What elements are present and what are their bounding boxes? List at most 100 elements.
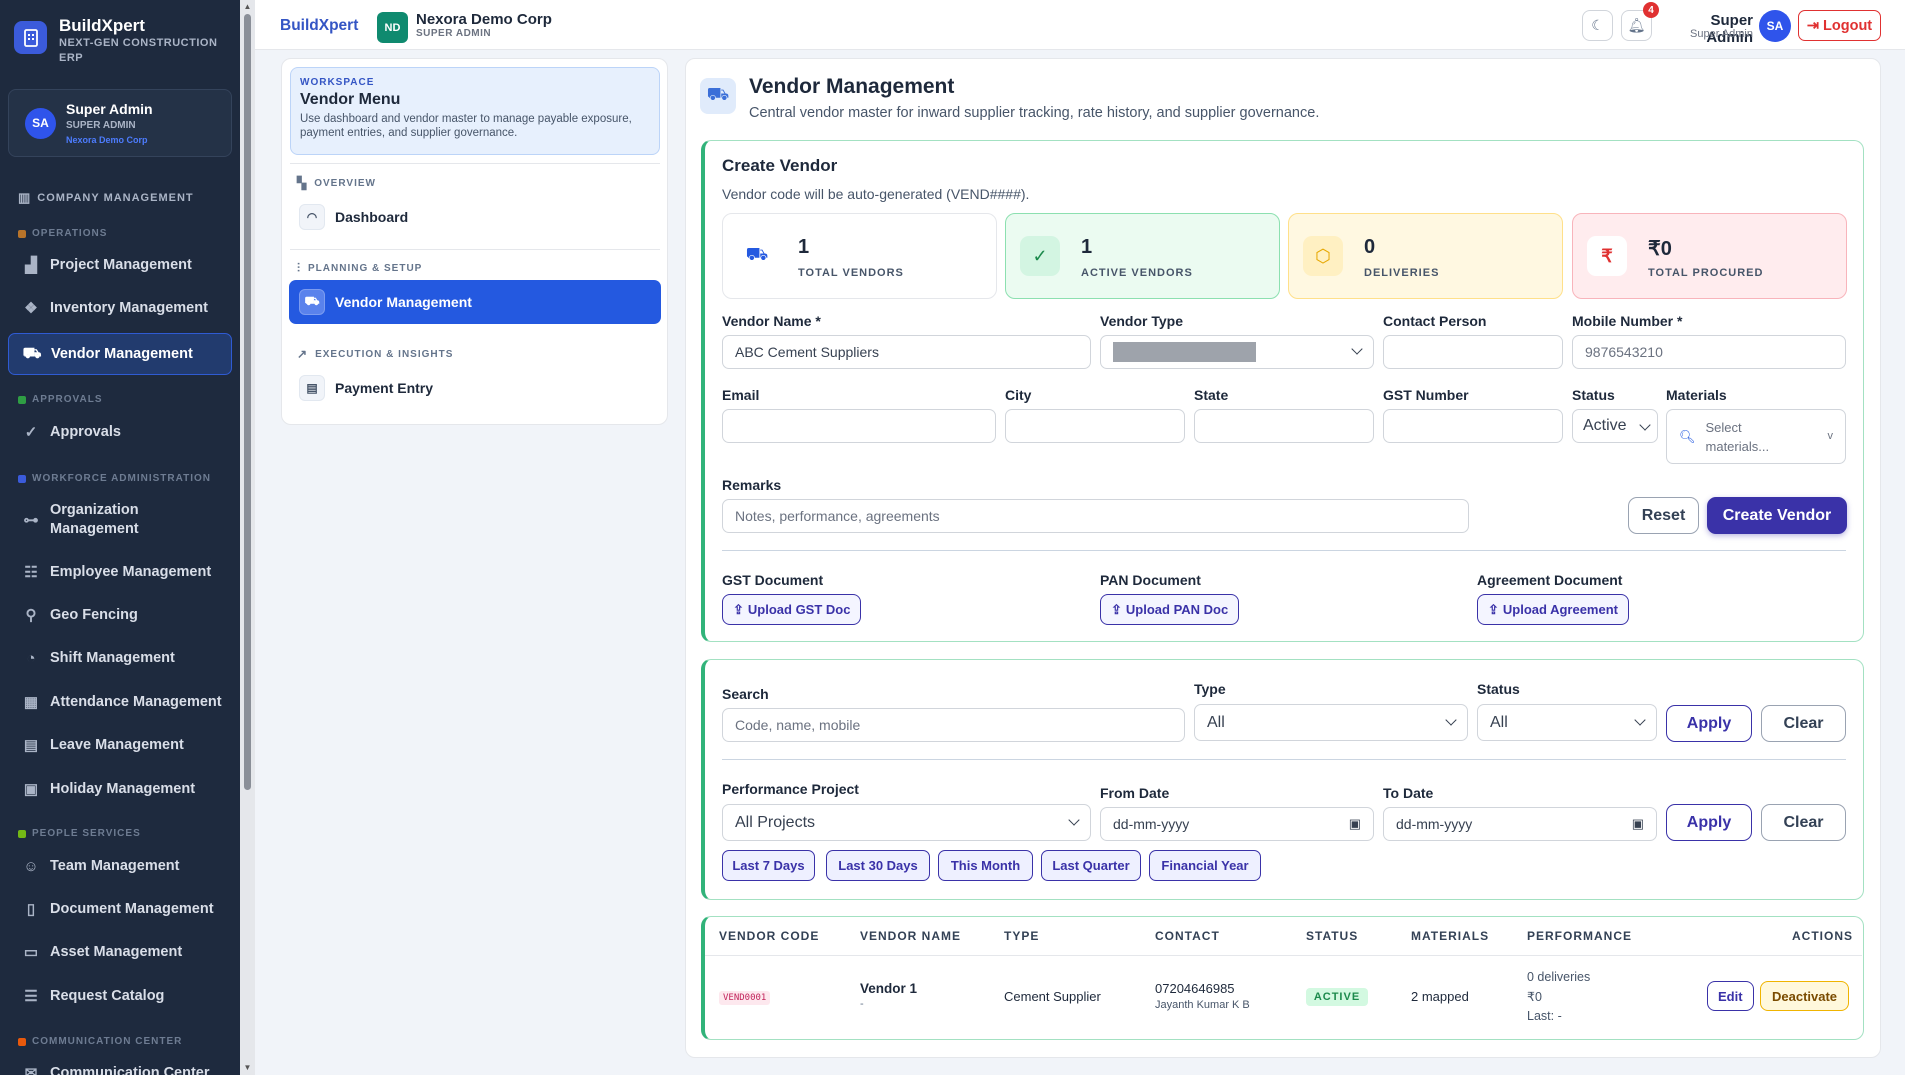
state-input[interactable]	[1194, 409, 1374, 443]
sidebar-item-inventory-management[interactable]: ❖ Inventory Management	[8, 299, 232, 317]
section-people-services: PEOPLE SERVICES	[18, 828, 141, 839]
chip-financial-year[interactable]: Financial Year	[1149, 850, 1261, 881]
user-card[interactable]: SA Super Admin SUPER ADMIN Nexora Demo C…	[8, 89, 232, 157]
sidebar-item-attendance-management[interactable]: ▦ Attendance Management	[8, 693, 232, 711]
status-filter-select[interactable]: All	[1477, 704, 1657, 741]
workspace-item-payment-entry[interactable]: ▤ Payment Entry	[289, 367, 661, 409]
sidebar-item-holiday-management[interactable]: ▣ Holiday Management	[8, 780, 232, 798]
truck-icon: ⛟	[700, 78, 736, 114]
status-filter-label: Status	[1477, 681, 1520, 697]
calendar-icon[interactable]: ▣	[1632, 816, 1644, 832]
topbar: BuildXpert ND Nexora Demo Corp SUPER ADM…	[255, 0, 1905, 50]
upload-pan-button[interactable]: ⇪ Upload PAN Doc	[1100, 594, 1240, 625]
clear-date-button[interactable]: Clear	[1761, 804, 1846, 841]
moon-icon: ☾	[1591, 17, 1604, 33]
building-icon	[14, 21, 47, 54]
upload-agreement-button[interactable]: ⇪ Upload Agreement	[1477, 594, 1629, 625]
performance-project-select[interactable]: All Projects	[722, 804, 1091, 841]
calendar-icon[interactable]: ▣	[1349, 816, 1361, 832]
sidebar-item-asset-management[interactable]: ▭ Asset Management	[8, 943, 232, 961]
email-input[interactable]	[722, 409, 996, 443]
sidebar-item-organization-management[interactable]: ⊶ Organization Management	[8, 501, 232, 539]
remarks-label: Remarks	[722, 477, 782, 493]
sidebar-item-approvals[interactable]: ✓ Approvals	[8, 423, 232, 441]
deactivate-button[interactable]: Deactivate	[1760, 981, 1850, 1011]
vendor-name: Vendor 1	[860, 981, 918, 996]
org-icon: ⊶	[23, 511, 39, 529]
sidebar-item-communication-center[interactable]: ✉ Communication Center	[8, 1064, 232, 1075]
reset-button[interactable]: Reset	[1628, 497, 1699, 534]
gst-number-input[interactable]	[1383, 409, 1563, 443]
workspace-item-vendor-management[interactable]: ⛟ Vendor Management	[289, 280, 661, 324]
edit-button[interactable]: Edit	[1707, 981, 1754, 1011]
contact-person-input[interactable]	[1383, 335, 1563, 369]
divider	[722, 759, 1846, 760]
apply-date-button[interactable]: Apply	[1666, 804, 1752, 841]
divider	[705, 955, 1862, 956]
sidebar-item-vendor-management[interactable]: ⛟ Vendor Management	[8, 333, 232, 375]
upload-icon: ⇪	[1111, 601, 1122, 617]
remarks-input[interactable]: Notes, performance, agreements	[722, 499, 1469, 533]
chip-last-7-days[interactable]: Last 7 Days	[722, 850, 815, 881]
create-vendor-button[interactable]: Create Vendor	[1707, 497, 1847, 534]
chip-last-quarter[interactable]: Last Quarter	[1041, 850, 1141, 881]
column-header: CONTACT	[1155, 929, 1220, 943]
vendor-type-select[interactable]	[1100, 335, 1374, 369]
vendor-name-label: Vendor Name *	[722, 313, 821, 329]
sidebar-item-leave-management[interactable]: ▤ Leave Management	[8, 736, 232, 754]
chip-this-month[interactable]: This Month	[938, 850, 1033, 881]
corp-badge: ND	[377, 12, 408, 43]
sidebar-item-team-management[interactable]: ☺ Team Management	[8, 857, 232, 875]
apply-filters-button[interactable]: Apply	[1666, 705, 1752, 742]
logout-button[interactable]: ⇥ Logout	[1798, 10, 1881, 41]
sidebar-item-document-management[interactable]: ▯ Document Management	[8, 900, 232, 918]
scroll-up-arrow[interactable]: ▲	[243, 2, 252, 11]
search-input[interactable]: Code, name, mobile	[722, 708, 1185, 742]
corp-role: SUPER ADMIN	[416, 28, 492, 39]
workspace-item-dashboard[interactable]: ◠ Dashboard	[289, 196, 661, 238]
city-input[interactable]	[1005, 409, 1185, 443]
sidebar-item-company-management[interactable]: ▥ COMPANY MANAGEMENT	[18, 190, 194, 206]
breadcrumb[interactable]: BuildXpert	[280, 17, 358, 35]
status-select[interactable]: Active	[1572, 409, 1658, 443]
chip-last-30-days[interactable]: Last 30 Days	[826, 850, 930, 881]
brand[interactable]: BuildXpert NEXT-GEN CONSTRUCTION ERP	[14, 16, 229, 66]
vendor-type-label: Vendor Type	[1100, 313, 1183, 329]
sidebar-item-geo-fencing[interactable]: ⚲ Geo Fencing	[8, 606, 232, 624]
mobile-input[interactable]: 9876543210	[1572, 335, 1846, 369]
perf-deliveries: 0 deliveries	[1527, 970, 1591, 984]
rupee-icon: ₹	[1587, 236, 1627, 276]
vendor-name-input[interactable]: ABC Cement Suppliers	[722, 335, 1091, 369]
divider	[290, 249, 660, 250]
city-label: City	[1005, 387, 1032, 403]
materials-multiselect[interactable]: 🔍︎ Select materials... v	[1666, 409, 1846, 464]
sidebar-scroll-thumb[interactable]	[244, 14, 251, 790]
section-icon	[18, 829, 26, 838]
workspace-header: WORKSPACE Vendor Menu Use dashboard and …	[290, 67, 660, 155]
stat-label: ACTIVE VENDORS	[1081, 267, 1193, 279]
perf-last: Last: -	[1527, 1009, 1562, 1023]
upload-gst-button[interactable]: ⇪ Upload GST Doc	[722, 594, 862, 625]
section-communication: COMMUNICATION CENTER	[18, 1036, 182, 1047]
sidebar-item-employee-management[interactable]: ☷ Employee Management	[8, 563, 232, 581]
dark-mode-toggle[interactable]: ☾	[1582, 10, 1613, 41]
workspace-title: Vendor Menu	[300, 91, 401, 108]
clear-filters-button[interactable]: Clear	[1761, 705, 1846, 742]
scroll-down-arrow[interactable]: ▼	[243, 1063, 252, 1072]
sliders-icon: ⫶	[297, 261, 302, 275]
sidebar-item-shift-management[interactable]: ◔ Shift Management	[8, 649, 232, 667]
column-header: MATERIALS	[1411, 929, 1490, 943]
avatar[interactable]: SA	[1759, 10, 1791, 42]
from-date-input[interactable]: dd-mm-yyyy ▣	[1100, 807, 1374, 841]
column-header: STATUS	[1306, 929, 1359, 943]
column-header: ACTIONS	[1792, 929, 1853, 943]
materials-label: Materials	[1666, 387, 1727, 403]
stat-active-vendors: ✓ 1 ACTIVE VENDORS	[1005, 213, 1280, 299]
sidebar-item-request-catalog[interactable]: ☰ Request Catalog	[8, 987, 232, 1005]
chevron-down-icon	[1639, 419, 1651, 431]
type-select[interactable]: All	[1194, 704, 1468, 741]
type-label: Type	[1194, 681, 1226, 697]
to-date-input[interactable]: dd-mm-yyyy ▣	[1383, 807, 1657, 841]
sidebar-item-project-management[interactable]: ▟ Project Management	[8, 256, 232, 274]
section-icon	[18, 395, 26, 404]
